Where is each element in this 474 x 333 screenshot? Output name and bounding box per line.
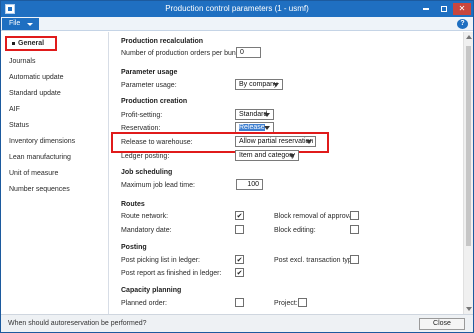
section-title-posting: Posting: [121, 244, 147, 251]
release-to-warehouse-select[interactable]: Allow partial reservation: [235, 136, 316, 147]
chevron-down-icon: [273, 83, 279, 87]
sidebar-item-general[interactable]: General: [5, 36, 57, 51]
section-title-production-creation: Production creation: [121, 98, 188, 105]
ledger-posting-value: Item and category: [239, 152, 296, 159]
chevron-down-icon: [264, 113, 270, 117]
close-button[interactable]: Close: [419, 318, 465, 330]
parameter-usage-select[interactable]: By company: [235, 79, 283, 90]
minimize-icon: [423, 7, 429, 10]
bullet-icon: [12, 41, 15, 45]
parameter-usage-value: By company: [239, 81, 278, 88]
post-excl-transaction-type-label: Post excl. transaction type:: [274, 257, 358, 264]
orders-per-bundle-input[interactable]: 0: [236, 47, 261, 58]
max-job-lead-time-label: Maximum job lead time:: [121, 182, 195, 189]
post-report-finished-label: Post report as finished in ledger:: [121, 270, 222, 277]
status-help-text: When should autoreservation be performed…: [8, 320, 147, 327]
max-job-lead-time-input[interactable]: 100: [236, 179, 263, 190]
title-bar: Production control parameters (1 - usmf)…: [1, 1, 473, 17]
sidebar-item-unit-of-measure[interactable]: Unit of measure: [9, 170, 58, 177]
block-editing-label: Block editing:: [274, 227, 316, 234]
sidebar-item-number-sequences[interactable]: Number sequences: [9, 186, 70, 193]
sidebar-item-standard-update[interactable]: Standard update: [9, 90, 61, 97]
file-menu-label: File: [9, 20, 21, 27]
file-menu-button[interactable]: File: [2, 18, 39, 30]
chevron-down-icon: [264, 126, 270, 130]
chevron-down-icon: [27, 23, 33, 26]
planned-order-checkbox[interactable]: [235, 298, 244, 307]
route-network-checkbox[interactable]: [235, 211, 244, 220]
sidebar-item-label: General: [18, 40, 45, 47]
project-checkbox[interactable]: [298, 298, 307, 307]
minimize-button[interactable]: [417, 3, 435, 15]
section-title-production-recalculation: Production recalculation: [121, 38, 204, 45]
section-title-routes: Routes: [121, 201, 145, 208]
help-icon[interactable]: ?: [457, 19, 468, 29]
window-title: Production control parameters (1 - usmf): [165, 4, 309, 13]
post-report-finished-checkbox[interactable]: [235, 268, 244, 277]
scrollbar-thumb[interactable]: [466, 46, 471, 246]
sidebar-item-aif[interactable]: AIF: [9, 106, 20, 113]
window-close-button[interactable]: ✕: [453, 3, 471, 15]
ribbon-bar: File ?: [1, 17, 473, 31]
section-title-capacity-planning: Capacity planning: [121, 287, 182, 294]
block-removal-approval-checkbox[interactable]: [350, 211, 359, 220]
parameter-usage-label: Parameter usage:: [121, 82, 177, 89]
maximize-button[interactable]: [435, 3, 453, 15]
chevron-down-icon: [306, 140, 312, 144]
release-to-warehouse-value: Allow partial reservation: [239, 138, 314, 145]
block-editing-checkbox[interactable]: [350, 225, 359, 234]
sidebar-item-status[interactable]: Status: [9, 122, 29, 129]
application-window: Production control parameters (1 - usmf)…: [0, 0, 474, 333]
mandatory-date-checkbox[interactable]: [235, 225, 244, 234]
orders-per-bundle-label: Number of production orders per bundle:: [121, 50, 248, 57]
scroll-down-icon[interactable]: [466, 307, 472, 311]
post-excl-transaction-type-checkbox[interactable]: [350, 255, 359, 264]
reservation-label: Reservation:: [121, 125, 161, 132]
planned-order-label: Planned order:: [121, 300, 167, 307]
section-title-parameter-usage: Parameter usage: [121, 69, 178, 76]
profit-setting-select[interactable]: Standard: [235, 109, 274, 120]
reservation-value: Release: [239, 124, 265, 131]
sidebar-item-lean-manufacturing[interactable]: Lean manufacturing: [9, 154, 71, 161]
sidebar: General Journals Automatic update Standa…: [1, 32, 109, 314]
maximize-icon: [441, 5, 447, 12]
release-to-warehouse-label: Release to warehouse:: [121, 139, 193, 146]
profit-setting-label: Profit-setting:: [121, 112, 163, 119]
sidebar-item-automatic-update[interactable]: Automatic update: [9, 74, 63, 81]
ledger-posting-select[interactable]: Item and category: [235, 150, 299, 161]
post-picking-list-label: Post picking list in ledger:: [121, 257, 200, 264]
vertical-scrollbar[interactable]: [463, 32, 473, 314]
chevron-down-icon: [289, 154, 295, 158]
section-title-job-scheduling: Job scheduling: [121, 169, 173, 176]
close-icon: ✕: [458, 4, 466, 13]
status-bar: When should autoreservation be performed…: [1, 314, 473, 332]
route-network-label: Route network:: [121, 213, 169, 220]
mandatory-date-label: Mandatory date:: [121, 227, 172, 234]
scroll-up-icon[interactable]: [466, 35, 472, 39]
block-removal-approval-label: Block removal of approval:: [274, 213, 357, 220]
sidebar-item-inventory-dimensions[interactable]: Inventory dimensions: [9, 138, 75, 145]
project-label: Project:: [274, 300, 298, 307]
ledger-posting-label: Ledger posting:: [121, 153, 170, 160]
sidebar-item-journals[interactable]: Journals: [9, 58, 35, 65]
post-picking-list-checkbox[interactable]: [235, 255, 244, 264]
